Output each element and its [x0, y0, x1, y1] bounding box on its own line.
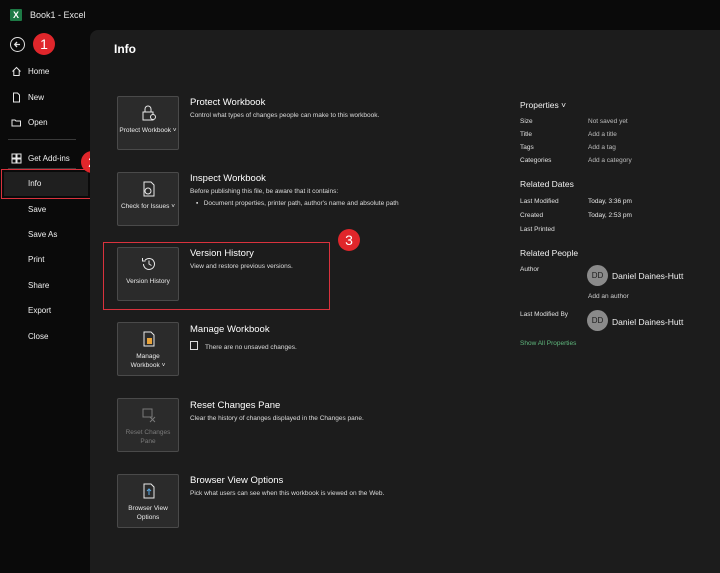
section-title: Browser View Options — [190, 475, 284, 486]
bullet-text: Document properties, printer path, autho… — [203, 200, 399, 207]
manage-document-icon — [143, 331, 155, 347]
home-icon — [12, 66, 21, 76]
document-small-icon — [190, 341, 198, 350]
add-author-field[interactable]: Add an author — [588, 293, 629, 300]
sidebar-item-export[interactable]: Export — [0, 300, 90, 322]
properties-dropdown[interactable]: Properties ˅ — [520, 100, 566, 110]
sidebar-item-home[interactable]: Home — [0, 61, 90, 83]
sidebar-item-label: Share — [28, 281, 50, 290]
categories-field[interactable]: Add a category — [588, 157, 632, 164]
section-description: Pick what users can see when this workbo… — [190, 490, 385, 497]
reset-changes-icon — [142, 408, 156, 423]
property-value-size: Not saved yet — [588, 118, 628, 125]
date-value-last-modified: Today, 3:36 pm — [588, 198, 632, 205]
new-file-icon — [13, 92, 20, 103]
section-description: Control what types of changes people can… — [190, 112, 380, 119]
property-label-categories: Categories — [520, 157, 552, 164]
sidebar-item-save[interactable]: Save — [0, 199, 90, 221]
reset-changes-pane-button[interactable]: Reset Changes Pane — [117, 398, 179, 452]
browser-view-icon — [143, 483, 155, 499]
section-description: Before publishing this file, be aware th… — [190, 188, 339, 195]
section-title: Reset Changes Pane — [190, 400, 281, 411]
tile-label: Browser View Options — [128, 505, 168, 521]
date-label-last-printed: Last Printed — [520, 226, 555, 233]
section-title: Inspect Workbook — [190, 173, 266, 184]
excel-logo-icon: X — [10, 9, 22, 21]
page-title: Info — [114, 42, 136, 56]
sidebar-item-label: New — [28, 93, 45, 102]
section-description-text: There are no unsaved changes. — [205, 344, 297, 351]
last-modified-by-name[interactable]: Daniel Daines-Hutt — [612, 317, 683, 327]
sidebar-item-label: Print — [28, 255, 45, 264]
sidebar-item-new[interactable]: New — [0, 87, 90, 109]
window-title: Book1 - Excel — [30, 10, 86, 20]
check-for-issues-button[interactable]: Check for Issues ˅ — [117, 172, 179, 226]
last-modified-by-label: Last Modified By — [520, 311, 569, 318]
sidebar-item-label: Open — [28, 118, 48, 127]
sidebar-item-label: Save — [28, 205, 47, 214]
property-label-size: Size — [520, 118, 533, 125]
callout-badge-1: 1 — [33, 33, 55, 55]
related-dates-heading: Related Dates — [520, 179, 574, 189]
section-description: There are no unsaved changes. — [190, 341, 297, 351]
avatar[interactable]: DD — [587, 265, 608, 286]
folder-open-icon — [11, 119, 21, 127]
grid-icon — [11, 153, 22, 164]
author-label: Author — [520, 266, 540, 273]
tile-label: Protect Workbook ˅ — [119, 127, 177, 134]
sidebar-item-close[interactable]: Close — [0, 326, 90, 348]
back-arrow-icon[interactable] — [10, 37, 25, 52]
sidebar-item-save-as[interactable]: Save As — [0, 224, 90, 246]
sidebar-item-get-add-ins[interactable]: Get Add-ins — [0, 148, 90, 170]
avatar[interactable]: DD — [587, 310, 608, 331]
lock-search-icon — [142, 105, 156, 121]
sidebar-item-share[interactable]: Share — [0, 275, 90, 297]
manage-workbook-button[interactable]: Manage Workbook ˅ — [117, 322, 179, 376]
show-all-properties-link[interactable]: Show All Properties — [520, 340, 576, 347]
callout-badge-3: 3 — [338, 229, 360, 251]
bullet-item: ▪ Document properties, printer path, aut… — [196, 200, 399, 207]
tile-label: Check for Issues ˅ — [120, 203, 175, 210]
sidebar-divider — [8, 139, 76, 140]
sidebar-item-label: Export — [28, 306, 52, 315]
protect-workbook-button[interactable]: Protect Workbook ˅ — [117, 96, 179, 150]
section-title: Protect Workbook — [190, 97, 266, 108]
annotation-box-version-history — [103, 242, 330, 310]
date-value-created: Today, 2:53 pm — [588, 212, 632, 219]
tile-label: Manage Workbook ˅ — [130, 353, 166, 369]
tile-label: Reset Changes Pane — [125, 429, 171, 445]
date-label-created: Created — [520, 212, 544, 219]
browser-view-options-button[interactable]: Browser View Options — [117, 474, 179, 528]
tags-field[interactable]: Add a tag — [588, 144, 616, 151]
property-label-tags: Tags — [520, 144, 534, 151]
sidebar-item-label: Save As — [28, 230, 58, 239]
sidebar-item-open[interactable]: Open — [0, 112, 90, 134]
sidebar-item-print[interactable]: Print — [0, 249, 90, 271]
sidebar-item-label: Home — [28, 67, 50, 76]
annotation-box-info — [1, 169, 91, 199]
related-people-heading: Related People — [520, 248, 579, 258]
title-field[interactable]: Add a title — [588, 131, 617, 138]
sidebar-item-label: Close — [28, 332, 49, 341]
author-name[interactable]: Daniel Daines-Hutt — [612, 271, 683, 281]
sidebar-item-label: Get Add-ins — [28, 154, 70, 163]
section-title: Manage Workbook — [190, 324, 270, 335]
section-description: Clear the history of changes displayed i… — [190, 415, 364, 422]
check-document-icon — [143, 181, 155, 197]
date-label-last-modified: Last Modified — [520, 198, 559, 205]
property-label-title: Title — [520, 131, 533, 138]
title-bar: X Book1 - Excel — [0, 0, 720, 30]
